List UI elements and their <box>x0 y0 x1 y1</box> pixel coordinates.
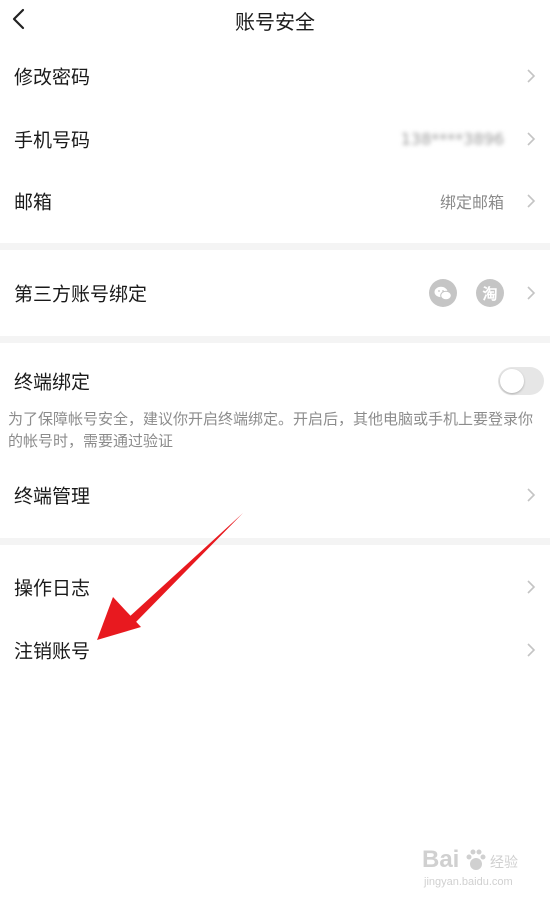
row-label: 终端绑定 <box>14 371 91 394</box>
chevron-right-icon <box>527 488 536 502</box>
terminal-binding-description: 为了保障帐号安全，建议你开启终端绑定。开启后，其他电脑或手机上要登录你的帐号时，… <box>8 410 534 450</box>
toggle-knob <box>500 369 524 393</box>
chevron-right-icon <box>527 69 536 83</box>
phone-number-row[interactable]: 手机号码 138****3896 <box>0 108 550 170</box>
row-label: 第三方账号绑定 <box>14 283 148 306</box>
email-value: 绑定邮箱 <box>439 193 504 212</box>
watermark-brand: Bai <box>422 846 460 873</box>
chevron-right-icon <box>527 580 536 594</box>
page-title: 账号安全 <box>235 10 315 34</box>
chevron-right-icon <box>527 132 536 146</box>
terminal-binding-row: 终端绑定 <box>0 350 550 412</box>
chevron-right-icon <box>527 643 536 657</box>
section-divider <box>0 336 550 343</box>
email-row[interactable]: 邮箱 绑定邮箱 <box>0 170 550 232</box>
baidu-jingyan-watermark: Bai 经验 jingyan.baidu.com <box>418 846 536 892</box>
chevron-right-icon <box>527 194 536 208</box>
watermark-url: jingyan.baidu.com <box>424 876 513 888</box>
row-label: 修改密码 <box>14 66 91 89</box>
terminal-binding-toggle[interactable] <box>498 367 544 395</box>
watermark-text: 经验 <box>490 855 518 871</box>
top-bar: 账号安全 <box>0 0 550 40</box>
phone-number-value: 138****3896 <box>400 129 504 149</box>
row-label: 终端管理 <box>14 485 91 508</box>
row-label: 注销账号 <box>14 640 91 663</box>
row-label: 操作日志 <box>14 577 91 600</box>
operation-log-row[interactable]: 操作日志 <box>0 556 550 618</box>
chevron-right-icon <box>527 286 536 300</box>
section-divider <box>0 538 550 545</box>
taobao-icon: 淘 <box>476 279 504 307</box>
delete-account-row[interactable]: 注销账号 <box>0 619 550 681</box>
row-label: 手机号码 <box>14 129 91 152</box>
third-party-binding-row[interactable]: 第三方账号绑定 淘 <box>0 262 550 324</box>
terminal-management-row[interactable]: 终端管理 <box>0 464 550 526</box>
wechat-icon <box>429 279 457 307</box>
section-divider <box>0 243 550 250</box>
paw-icon <box>466 849 486 870</box>
row-label: 邮箱 <box>14 191 53 214</box>
change-password-row[interactable]: 修改密码 <box>0 45 550 107</box>
